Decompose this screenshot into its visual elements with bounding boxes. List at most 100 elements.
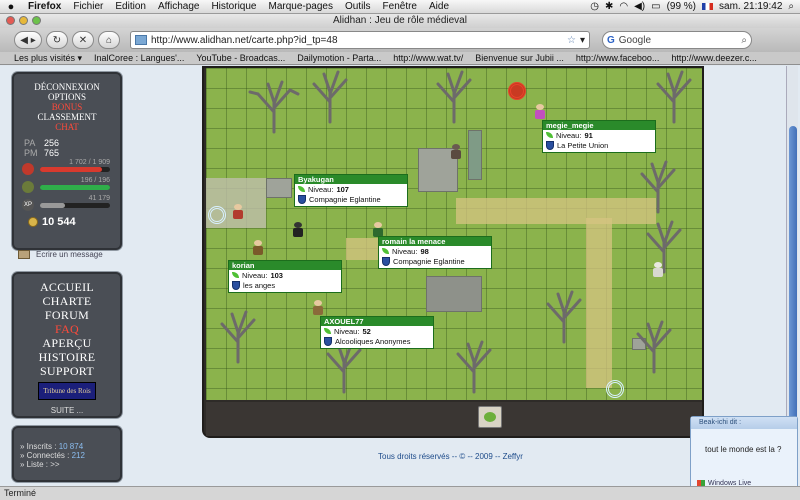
bookmark-facebook[interactable]: http://www.faceboo... [576,53,672,63]
apple-icon[interactable]: ● [0,1,22,13]
player-sprite-korian[interactable] [252,240,264,256]
bookmark-inalcoree[interactable]: InalCoree : Langues'... [94,53,196,63]
bookmark-most-visited[interactable]: Les plus visités ▾ [14,53,94,64]
player-guild-row: les anges [229,280,341,292]
address-url[interactable]: http://www.alidhan.net/carte.php?id_tp=4… [151,35,563,46]
clock[interactable]: sam. 21:19:42 [719,1,782,12]
bookmark-star-icon[interactable]: ☆ [567,35,576,46]
player-sprite-self[interactable] [232,204,244,220]
battery-icon[interactable]: ▭ [651,1,660,12]
search-input[interactable]: Google [619,35,651,46]
logout-link[interactable]: DÉCONNEXION [14,82,120,92]
bookmark-dailymotion[interactable]: Dailymotion - Parta... [297,53,393,63]
player-card-megie[interactable]: megie_megie Niveau: 91 La Petite Union [542,120,656,153]
mana-icon [22,181,34,193]
menu-marque-pages[interactable]: Marque-pages [262,1,338,12]
menu-charte[interactable]: CHARTE [14,294,120,308]
time-machine-icon[interactable]: ◷ [590,1,599,12]
dead-tree [446,338,502,394]
tribune-banner[interactable]: Tribune des Rois [38,382,96,400]
google-icon[interactable]: G [607,35,615,46]
menu-accueil[interactable]: ACCUEIL [14,280,120,294]
volume-icon[interactable]: ◀) [634,1,645,12]
menu-edition[interactable]: Edition [109,1,152,12]
chat-notification[interactable]: Beak-ichi dit : tout le monde est la ? W… [690,416,798,490]
dropdown-arrow-icon[interactable]: ▾ [580,35,585,46]
minimize-window-icon[interactable] [19,16,28,25]
bookmark-deezer[interactable]: http://www.deezer.c... [671,53,769,63]
liste-label: Liste : [26,460,49,469]
portal-icon[interactable] [208,206,226,224]
menu-fichier[interactable]: Fichier [67,1,109,12]
game-map[interactable]: megie_megie Niveau: 91 La Petite Union By… [206,68,702,400]
level-label: Niveau: [308,184,334,194]
home-button[interactable]: ⌂ [98,31,120,49]
portal-icon[interactable] [606,380,624,398]
window-controls [6,16,41,25]
bluetooth-icon[interactable]: ✱ [605,1,613,12]
menu-app-firefox[interactable]: Firefox [22,1,67,12]
bookmark-wat[interactable]: http://www.wat.tv/ [393,53,475,63]
dead-tree [536,288,592,344]
level-value: 107 [336,184,349,194]
back-button[interactable]: ◀ ▸ [14,31,42,49]
gold-amount: 10 544 [42,216,76,228]
bonus-link[interactable]: BONUS [14,102,120,112]
online-stats: » Inscrits : 10 874 » Connectés : 212 » … [14,428,120,469]
chat-link[interactable]: CHAT [14,122,120,132]
dead-tree [646,68,702,124]
level-label: Niveau: [242,270,268,280]
menu-historique[interactable]: Historique [205,1,262,12]
menu-outils[interactable]: Outils [339,1,377,12]
player-card-byakugan[interactable]: Byakugan Niveau: 107 Compagnie Eglantine [294,174,408,207]
mana-bar [40,185,110,190]
ranking-link[interactable]: CLASSEMENT [14,112,120,122]
player-card-korian[interactable]: korian Niveau: 103 les anges [228,260,342,293]
hp-row: 1 702 / 1 909 [22,159,112,176]
sprite-body [253,246,263,255]
stop-button[interactable]: ✕ [72,31,94,49]
dead-tree [636,218,692,274]
player-level-row: Niveau: 98 [379,246,491,256]
search-icon[interactable]: ⌕ [741,35,747,46]
liste-link[interactable]: >> [50,460,59,469]
wifi-icon[interactable]: ◠ [619,1,628,12]
suite-link[interactable]: SUITE ... [14,406,120,415]
player-level-row: Niveau: 52 [321,326,433,336]
mana-bar-fill [40,185,110,190]
player-sprite-megie[interactable] [534,104,546,120]
menu-faq[interactable]: FAQ [14,322,120,336]
write-message-link[interactable]: Ecrire un message [36,250,103,259]
search-box[interactable]: G Google ⌕ [602,31,752,49]
bookmark-jubii[interactable]: Bienvenue sur Jubii ... [475,53,576,63]
inventory-slot[interactable] [478,406,502,428]
zoom-window-icon[interactable] [32,16,41,25]
shield-icon [324,337,332,346]
reload-button[interactable]: ↻ [46,31,68,49]
level-value: 91 [584,130,593,140]
menu-forum[interactable]: FORUM [14,308,120,322]
options-link[interactable]: OPTIONS [14,92,120,102]
fire-portal-icon[interactable] [508,82,526,100]
write-message-row[interactable]: Ecrire un message [18,250,103,259]
player-card-romain[interactable]: romain la menace Niveau: 98 Compagnie Egl… [378,236,492,269]
menu-apercu[interactable]: APERÇU [14,336,120,350]
player-sprite-byakugan[interactable] [292,222,304,238]
bookmark-youtube[interactable]: YouTube - Broadcas... [196,53,297,63]
connectes-row: » Connectés : 212 [20,451,85,460]
npc-creature[interactable] [450,144,462,160]
address-bar[interactable]: http://www.alidhan.net/carte.php?id_tp=4… [130,31,590,49]
player-card-axouel[interactable]: AXOUEL77 Niveau: 52 Alcooliques Anonymes [320,316,434,349]
menu-affichage[interactable]: Affichage [152,1,206,12]
npc-skeleton[interactable] [652,262,664,278]
menu-aide[interactable]: Aide [423,1,455,12]
french-flag-icon[interactable] [702,3,714,10]
liste-row[interactable]: » Liste : >> [20,460,120,469]
menu-histoire[interactable]: HISTOIRE [14,350,120,364]
menu-support[interactable]: SUPPORT [14,364,120,378]
close-window-icon[interactable] [6,16,15,25]
gold-coin-icon [28,217,38,227]
player-sprite-axouel[interactable] [312,300,324,316]
menu-fenetre[interactable]: Fenêtre [377,1,423,12]
spotlight-icon[interactable]: ⌕ [788,1,794,12]
